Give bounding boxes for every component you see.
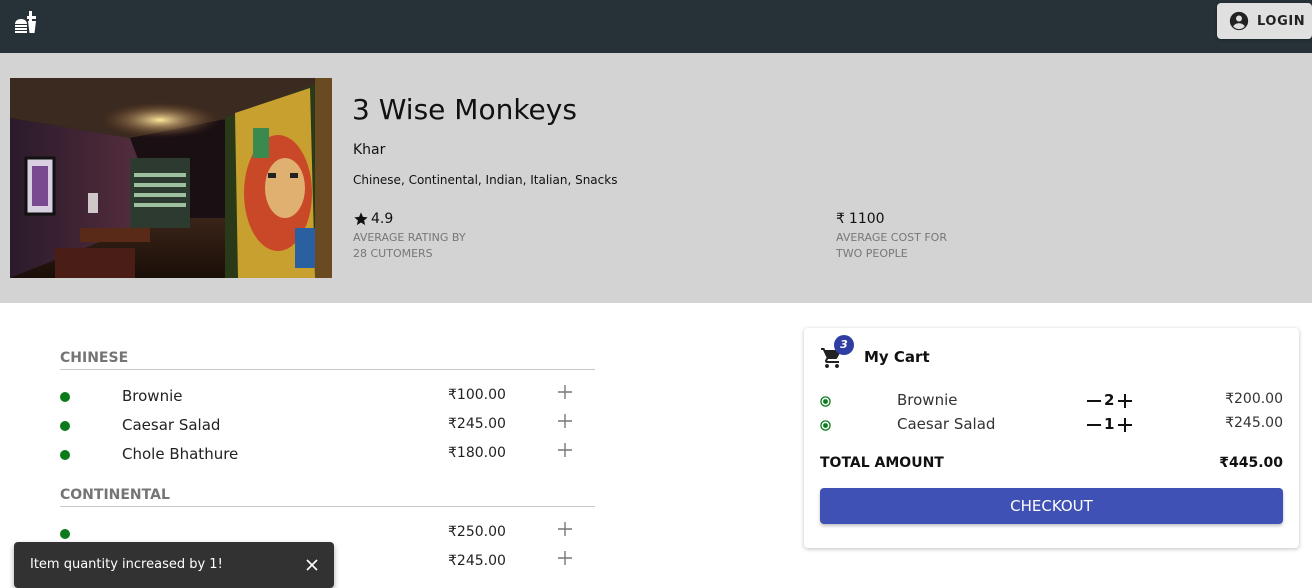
veg-icon [820,396,831,407]
cart-item-price: ₹245.00 [1225,415,1283,431]
cart-item-name: Caesar Salad [897,415,996,433]
menu-item-price: ₹100.00 [448,387,506,403]
rupee-icon: ₹ [448,524,457,540]
cart-item-price: ₹200.00 [1225,391,1283,407]
decrease-quantity-icon[interactable] [1086,417,1102,433]
cost-label-line1: AVERAGE COST FOR [836,231,947,244]
veg-dot-icon [60,421,70,431]
menu-item-price: ₹245.00 [448,416,506,432]
login-button[interactable]: LOGIN [1217,3,1312,39]
cart-count-badge: 3 [834,335,854,355]
rating-label-line2: 28 CUTOMERS [353,247,433,260]
account-circle-icon [1229,11,1249,31]
cart-item-price-value: 245.00 [1234,415,1283,431]
menu-item-name: Brownie [122,387,183,405]
restaurant-locality: Khar [353,142,386,158]
total-amount-value: ₹445.00 [1219,455,1283,471]
rating-stat: 4.9 AVERAGE RATING BY 28 CUTOMERS [353,210,466,262]
cart-item: Brownie 2 ₹200.00 [804,390,1299,412]
restaurant-name: 3 Wise Monkeys [352,93,577,126]
checkout-button[interactable]: CHECKOUT [820,488,1283,524]
rupee-icon: ₹ [448,416,457,432]
menu-item-price-value: 245.00 [456,416,506,432]
cart-item-price-value: 200.00 [1234,391,1283,407]
snackbar-message: Item quantity increased by 1! [30,557,223,572]
veg-dot-icon [60,450,70,460]
increase-quantity-icon[interactable] [1117,393,1133,409]
rupee-icon: ₹ [836,211,845,227]
cart-item-name: Brownie [897,391,958,409]
fastfood-logo-icon[interactable] [14,10,38,34]
cart-card: 3 My Cart Brownie 2 ₹200.00 Caesar Salad… [804,328,1299,548]
menu-item-price-value: 180.00 [456,445,506,461]
rating-value: 4.9 [371,211,394,227]
app-header: LOGIN [0,0,1312,53]
cost-stat: ₹ 1100 AVERAGE COST FOR TWO PEOPLE [836,210,947,262]
menu-item-price: ₹180.00 [448,445,506,461]
close-icon[interactable] [304,557,320,573]
login-label: LOGIN [1257,13,1306,29]
avg-cost-value: 1100 [848,211,885,227]
add-item-icon[interactable] [556,412,574,430]
rupee-icon: ₹ [1225,391,1234,407]
restaurant-details: 3 Wise Monkeys Khar Chinese, Continental… [0,53,1312,303]
menu-item-price: ₹250.00 [448,524,506,540]
menu-item: Caesar Salad ₹245.00 [60,409,595,438]
total-amount-number: 445.00 [1228,455,1283,471]
star-icon [354,212,368,226]
rating-label-line1: AVERAGE RATING BY [353,231,466,244]
cart-title: My Cart [864,348,930,366]
rupee-icon: ₹ [1225,415,1234,431]
add-item-icon[interactable] [556,520,574,538]
add-item-icon[interactable] [556,383,574,401]
restaurant-photo [10,78,332,278]
cart-item: Caesar Salad 1 ₹245.00 [804,414,1299,436]
restaurant-cuisines: Chinese, Continental, Indian, Italian, S… [353,173,618,187]
menu-list: CHINESE Brownie ₹100.00 Caesar Salad ₹24… [60,340,595,575]
rupee-icon: ₹ [448,553,457,569]
veg-dot-icon [60,392,70,402]
increase-quantity-icon[interactable] [1117,417,1133,433]
veg-icon [820,420,831,431]
menu-item-name: Chole Bhathure [122,445,239,463]
menu-item-price-value: 100.00 [456,387,506,403]
menu-item-name: Caesar Salad [122,416,221,434]
rupee-icon: ₹ [448,445,457,461]
menu-item-price-value: 245.00 [456,553,506,569]
category-title: CONTINENTAL [60,477,595,507]
veg-dot-icon [60,529,70,539]
add-item-icon[interactable] [556,549,574,567]
menu-item: Chole Bhathure ₹180.00 [60,438,595,467]
add-item-icon[interactable] [556,441,574,459]
menu-item-price-value: 250.00 [456,524,506,540]
rupee-icon: ₹ [448,387,457,403]
decrease-quantity-icon[interactable] [1086,393,1102,409]
cart-item-quantity: 2 [1104,391,1115,409]
cart-item-quantity: 1 [1104,415,1115,433]
category-title: CHINESE [60,340,595,370]
total-amount-label: TOTAL AMOUNT [820,455,944,471]
snackbar: Item quantity increased by 1! [14,542,334,588]
menu-item: Brownie ₹100.00 [60,380,595,409]
cost-label-line2: TWO PEOPLE [836,247,908,260]
rupee-icon: ₹ [1219,455,1229,471]
menu-item-price: ₹245.00 [448,553,506,569]
